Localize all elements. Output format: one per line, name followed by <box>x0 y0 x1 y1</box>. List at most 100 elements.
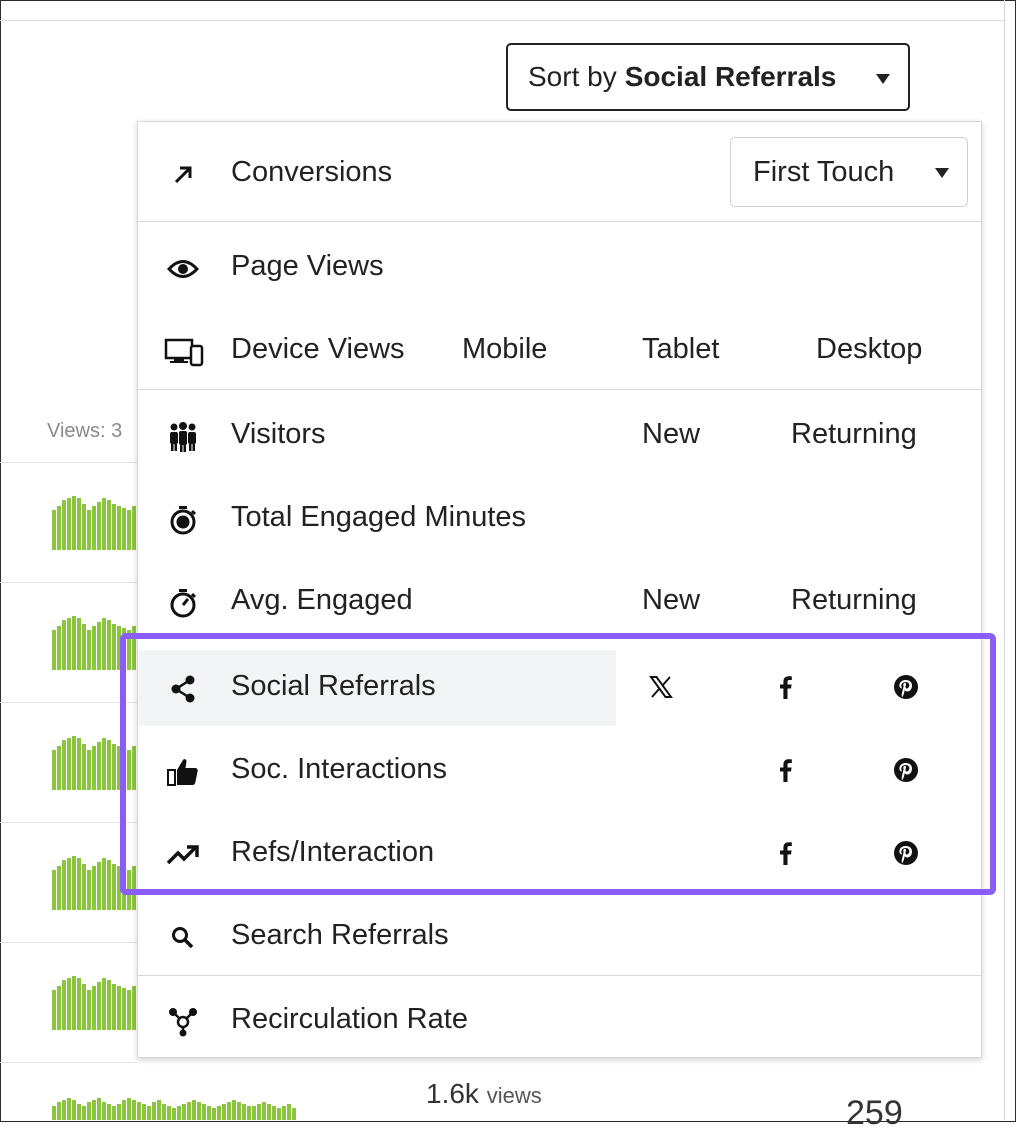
facebook-icon[interactable] <box>770 838 800 868</box>
sparkline-bar <box>242 1104 246 1120</box>
menu-item-search-referrals[interactable]: Search Referrals <box>138 899 981 975</box>
menu-item-label: Social Referrals <box>231 670 436 702</box>
attribution-value: First Touch <box>753 155 895 188</box>
menu-divider <box>138 975 981 976</box>
sparkline-bar <box>177 1106 181 1120</box>
sort-select[interactable]: Sort by Social Referrals <box>506 43 910 111</box>
sparkline-bar <box>122 868 126 910</box>
sparkline-bar <box>97 862 101 910</box>
sparkline-bar <box>127 630 131 670</box>
sparkline-bar <box>67 978 71 1030</box>
sparkline-bar <box>92 746 96 790</box>
option-new[interactable]: New <box>642 584 700 617</box>
sparkline-bar <box>132 506 136 550</box>
menu-item-soc-interactions[interactable]: Soc. Interactions <box>138 733 981 809</box>
sparkline-bar <box>97 622 101 670</box>
pinterest-icon[interactable] <box>891 672 921 702</box>
sparkline <box>52 494 142 550</box>
sparkline-bar <box>87 510 91 550</box>
eye-icon <box>166 252 200 286</box>
sparkline-bar <box>122 508 126 550</box>
sparkline-bar <box>67 1098 71 1120</box>
menu-item-page-views[interactable]: Page Views <box>138 230 981 306</box>
sparkline-bar <box>92 986 96 1030</box>
sparkline-bar <box>152 1102 156 1120</box>
sparkline-bar <box>187 1102 191 1120</box>
menu-item-device-views[interactable]: Device Views Mobile Tablet Desktop <box>138 313 981 389</box>
sparkline-bar <box>132 746 136 790</box>
sparkline-bar <box>92 866 96 910</box>
facebook-icon[interactable] <box>770 672 800 702</box>
sparkline-bar <box>127 750 131 790</box>
sparkline-bar <box>127 870 131 910</box>
sparkline-bar <box>62 740 66 790</box>
sparkline-bar <box>77 1104 81 1120</box>
sparkline-bar <box>82 624 86 670</box>
menu-item-social-referrals[interactable]: Social Referrals <box>138 650 981 726</box>
sparkline-bar <box>132 626 136 670</box>
sparkline-bar <box>127 1098 131 1120</box>
sparkline-bar <box>62 620 66 670</box>
sparkline-bar <box>192 1100 196 1120</box>
share-icon <box>166 672 200 706</box>
sparkline-bar <box>62 500 66 550</box>
option-new[interactable]: New <box>642 418 700 451</box>
sparkline-bar <box>62 980 66 1030</box>
menu-item-conversions[interactable]: Conversions First Touch <box>138 136 981 212</box>
sparkline-bar <box>62 1100 66 1120</box>
option-returning[interactable]: Returning <box>791 418 917 451</box>
sparkline-bar <box>77 498 81 550</box>
stopwatch-icon <box>166 503 200 537</box>
facebook-icon[interactable] <box>770 755 800 785</box>
thumbs-up-icon <box>166 755 200 789</box>
menu-item-avg-engaged[interactable]: Avg. Engaged New Returning <box>138 564 981 640</box>
sparkline-bar <box>277 1108 281 1120</box>
sparkline-bar <box>97 742 101 790</box>
row-divider <box>0 702 137 703</box>
pinterest-icon[interactable] <box>891 755 921 785</box>
sparkline-bar <box>67 738 71 790</box>
sparkline-bar <box>237 1102 241 1120</box>
menu-item-refs-interaction[interactable]: Refs/Interaction <box>138 816 981 892</box>
option-desktop[interactable]: Desktop <box>816 333 922 366</box>
menu-item-recirculation-rate[interactable]: Recirculation Rate <box>138 983 981 1059</box>
sparkline-bar <box>57 986 61 1030</box>
scrollbar-track[interactable] <box>1004 0 1015 1120</box>
sparkline-bar <box>92 506 96 550</box>
sparkline-bar <box>167 1106 171 1120</box>
sparkline-bar <box>72 856 76 910</box>
menu-item-label: Device Views <box>231 333 405 365</box>
sparkline-bar <box>82 504 86 550</box>
sparkline-bar <box>77 618 81 670</box>
sparkline-bar <box>97 1098 101 1120</box>
menu-item-total-engaged-minutes[interactable]: Total Engaged Minutes <box>138 481 981 557</box>
sparkline-bar <box>122 628 126 670</box>
option-mobile[interactable]: Mobile <box>462 333 547 366</box>
sparkline-bar <box>182 1104 186 1120</box>
sparkline-bar <box>67 858 71 910</box>
sparkline-bar <box>117 986 121 1030</box>
sparkline-bar <box>117 626 121 670</box>
trending-up-icon <box>166 838 200 872</box>
sparkline-bar <box>117 1104 121 1120</box>
sparkline-bar <box>52 990 56 1030</box>
menu-item-label: Visitors <box>231 418 326 450</box>
views-summary: Views: 3 <box>47 420 123 442</box>
pinterest-icon[interactable] <box>891 838 921 868</box>
sparkline-bar <box>57 746 61 790</box>
arrow-up-right-icon <box>166 158 200 192</box>
sparkline-bar <box>127 510 131 550</box>
option-returning[interactable]: Returning <box>791 584 917 617</box>
sparkline-bar <box>82 744 86 790</box>
menu-item-visitors[interactable]: Visitors New Returning <box>138 398 981 474</box>
sparkline-bar <box>82 984 86 1030</box>
attribution-select[interactable]: First Touch <box>730 137 968 207</box>
sparkline-bar <box>107 860 111 910</box>
sparkline-bar <box>97 502 101 550</box>
menu-item-label: Total Engaged Minutes <box>231 501 527 533</box>
sparkline-bar <box>112 984 116 1030</box>
menu-item-label: Page Views <box>231 250 384 282</box>
option-tablet[interactable]: Tablet <box>642 333 719 366</box>
x-icon[interactable] <box>646 672 676 702</box>
menu-item-label: Soc. Interactions <box>231 753 447 785</box>
